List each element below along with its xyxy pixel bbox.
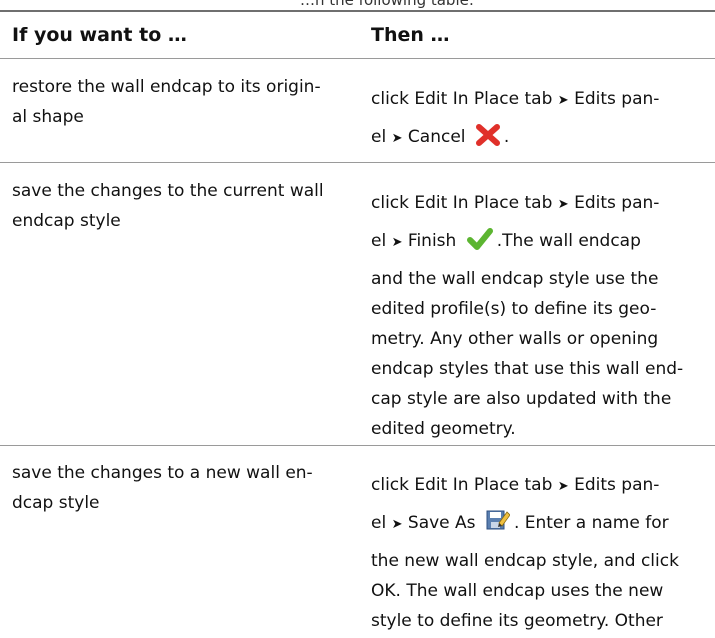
row2-then-line4: edited profile(s) to define its geo- [371, 299, 657, 319]
arrow-glyph: ➤ [557, 479, 569, 494]
text: el [371, 231, 387, 251]
row2-then-line7: cap style are also updated with the [371, 389, 672, 409]
text: .The wall endcap [496, 231, 641, 251]
row2-then: click Edit In Place tab ➤ Edits pan- el … [371, 186, 706, 444]
row3-then-line4: OK. The wall endcap uses the new [371, 581, 664, 601]
row1-rule [0, 162, 715, 163]
cancel-x-icon[interactable] [475, 122, 500, 160]
text: el [371, 127, 387, 147]
row3-then-line5: style to define its geometry. Other [371, 611, 663, 631]
arrow-glyph: ➤ [391, 131, 403, 146]
row3-want-line2: dcap style [12, 493, 100, 513]
arrow-glyph: ➤ [557, 197, 569, 212]
arrow-glyph: ➤ [391, 235, 403, 250]
text: Finish [407, 231, 457, 251]
row1-want-line2: al shape [12, 107, 84, 127]
row2-then-line1: click Edit In Place tab ➤ Edits pan- [371, 186, 706, 222]
row2-then-line5: metry. Any other walls or opening [371, 329, 659, 349]
text: Edits pan- [574, 89, 660, 109]
row2-want-line2: endcap style [12, 211, 121, 231]
row2-rule [0, 445, 715, 446]
text: Edits pan- [574, 475, 660, 495]
text: click Edit In Place tab [371, 475, 553, 495]
row3-then-line1: click Edit In Place tab ➤ Edits pan- [371, 468, 706, 504]
row3-then-line2: el ➤ Save As . Enter a name for [371, 504, 706, 546]
finish-check-icon[interactable] [466, 226, 493, 264]
arrow-glyph: ➤ [557, 93, 569, 108]
arrow-glyph: ➤ [391, 517, 403, 532]
text: click Edit In Place tab [371, 89, 553, 109]
save-as-icon[interactable] [486, 508, 511, 546]
row2-want: save the changes to the current wall end… [12, 176, 342, 236]
header-if-you-want: If you want to … [12, 24, 187, 46]
text: . Enter a name for [513, 513, 669, 533]
header-rule [0, 58, 715, 59]
header-then: Then … [371, 24, 450, 46]
row2-then-line2: el ➤ Finish .The wall endcap [371, 222, 706, 264]
table-top-rule [0, 10, 715, 12]
row2-then-line6: endcap styles that use this wall end- [371, 359, 684, 379]
text: click Edit In Place tab [371, 193, 553, 213]
text: el [371, 513, 387, 533]
text: Cancel [407, 127, 466, 147]
text: Edits pan- [574, 193, 660, 213]
row1-then-line1: click Edit In Place tab ➤ Edits pan- [371, 82, 706, 118]
row3-then-line3: the new wall endcap style, and click [371, 551, 679, 571]
row1-then: click Edit In Place tab ➤ Edits pan- el … [371, 82, 706, 160]
row2-want-line1: save the changes to the current wall [12, 181, 324, 201]
row1-want-line1: restore the wall endcap to its origin- [12, 77, 321, 97]
row1-then-line2: el ➤ Cancel . [371, 118, 706, 160]
text: Save As [407, 513, 476, 533]
row2-then-line8: edited geometry. [371, 419, 516, 439]
cut-off-caption: …n the following table: [300, 0, 474, 9]
text: . [503, 127, 510, 147]
row3-then: click Edit In Place tab ➤ Edits pan- el … [371, 468, 706, 636]
row3-want-line1: save the changes to a new wall en- [12, 463, 313, 483]
row1-want: restore the wall endcap to its origin- a… [12, 72, 342, 132]
row3-want: save the changes to a new wall en- dcap … [12, 458, 342, 518]
row2-then-line3: and the wall endcap style use the [371, 269, 659, 289]
